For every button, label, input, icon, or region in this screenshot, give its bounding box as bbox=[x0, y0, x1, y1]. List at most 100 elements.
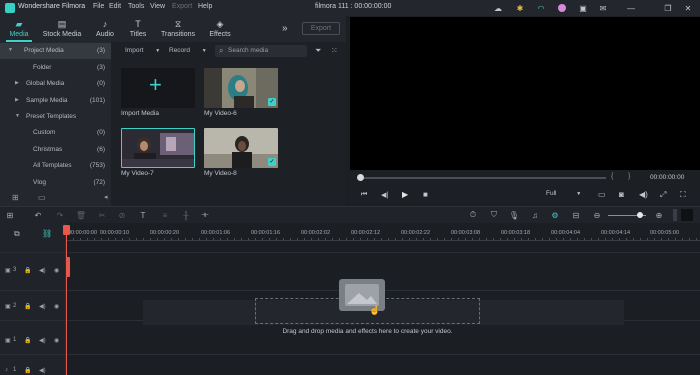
menu-tools[interactable]: Tools bbox=[128, 3, 144, 10]
eye-icon[interactable]: ◉ bbox=[54, 267, 59, 274]
zoom-out-icon[interactable]: ⊖ bbox=[591, 209, 603, 221]
zoom-in-icon[interactable]: ⊕ bbox=[653, 209, 665, 221]
search-media-field[interactable]: ⌕ Search media bbox=[215, 45, 307, 57]
mail-icon[interactable]: ✉ bbox=[598, 3, 608, 13]
close-icon[interactable]: ✕ bbox=[683, 3, 693, 13]
record-dropdown[interactable]: Record ▼ bbox=[169, 45, 207, 57]
sidebar-item-preset-templates[interactable]: ▼ Preset Templates bbox=[0, 109, 111, 125]
sidebar-item-folder[interactable]: Folder (3) bbox=[0, 60, 111, 76]
audio-mixer-icon[interactable]: ♫ bbox=[529, 209, 541, 221]
pip-icon[interactable]: ⊟ bbox=[570, 209, 582, 221]
sidebar-item-label: Christmas bbox=[33, 146, 63, 153]
layout-grid-icon[interactable]: ⊞ bbox=[4, 209, 16, 221]
delete-icon[interactable]: 🗑 bbox=[75, 209, 87, 221]
sidebar-item-christmas[interactable]: Christmas (6) bbox=[0, 142, 111, 158]
cloud-icon[interactable]: ☁ bbox=[493, 3, 503, 13]
lock-icon[interactable]: 🔒 bbox=[24, 303, 31, 310]
playback-scrubber-handle[interactable] bbox=[357, 174, 364, 181]
check-icon: ✓ bbox=[268, 98, 276, 106]
menu-view[interactable]: View bbox=[150, 3, 165, 10]
adjust-icon[interactable]: ≡ bbox=[159, 209, 171, 221]
fullscreen-icon[interactable]: ⛶ bbox=[680, 190, 686, 200]
monitor-icon[interactable]: ▭ bbox=[598, 190, 606, 199]
mute-icon[interactable]: ◀) bbox=[39, 367, 46, 374]
mark-out-icon[interactable]: } bbox=[628, 173, 630, 180]
import-dropdown[interactable]: Import ▼ bbox=[125, 45, 160, 57]
menu-export[interactable]: Export bbox=[172, 3, 192, 10]
minimize-icon[interactable]: — bbox=[626, 3, 636, 13]
tab-media[interactable]: ▰ Media bbox=[2, 16, 36, 42]
media-item-my-video-8[interactable]: ✓ bbox=[204, 128, 278, 168]
ruler-label: 00:00:04:04 bbox=[551, 230, 581, 236]
sidebar-item-sample-media[interactable]: ▶ Sample Media (101) bbox=[0, 93, 111, 109]
sidebar-item-all-templates[interactable]: All Templates (753) bbox=[0, 158, 111, 174]
lock-icon[interactable]: 🔒 bbox=[24, 337, 31, 344]
tab-effects[interactable]: ◈ Effects bbox=[204, 16, 236, 42]
more-tabs-icon[interactable]: » bbox=[282, 23, 288, 34]
avatar[interactable] bbox=[557, 3, 567, 13]
sidebar-item-custom[interactable]: Custom (0) bbox=[0, 125, 111, 141]
tab-transitions[interactable]: ⧖ Transitions bbox=[158, 16, 198, 42]
play-icon[interactable]: ▶ bbox=[402, 190, 408, 199]
lock-icon[interactable]: 🔒 bbox=[24, 367, 31, 374]
mute-icon[interactable]: ◀) bbox=[39, 267, 46, 274]
menu-file[interactable]: File bbox=[93, 3, 104, 10]
undo-icon[interactable]: ↶ bbox=[32, 209, 44, 221]
tab-stock-media[interactable]: ▤ Stock Media bbox=[40, 16, 84, 42]
playback-progress-track[interactable] bbox=[360, 177, 606, 179]
sidebar-item-project-media[interactable]: ▼ Project Media (3) bbox=[0, 43, 111, 59]
mute-icon[interactable]: ◀) bbox=[39, 303, 46, 310]
stop-icon[interactable]: ■ bbox=[423, 190, 428, 199]
import-media-tile[interactable]: + bbox=[121, 68, 195, 108]
cut-icon[interactable]: ✂ bbox=[96, 209, 108, 221]
link-icon[interactable]: ⛓ bbox=[42, 229, 52, 238]
zoom-slider-handle[interactable] bbox=[637, 212, 643, 218]
export-button[interactable]: Export bbox=[302, 22, 340, 35]
mute-icon[interactable]: ◀) bbox=[39, 337, 46, 344]
playhead-line[interactable] bbox=[66, 225, 67, 375]
sidebar-item-global-media[interactable]: ▶ Global Media (0) bbox=[0, 76, 111, 92]
marker-icon[interactable]: ⛉ bbox=[488, 209, 500, 221]
render-icon[interactable]: ⏱ bbox=[467, 209, 479, 221]
split-icon[interactable]: ╫ bbox=[180, 209, 192, 221]
cart-icon[interactable]: ▣ bbox=[578, 3, 588, 13]
video-track-icon: ▣ bbox=[5, 338, 11, 344]
lock-icon[interactable]: 🔒 bbox=[24, 267, 31, 274]
redo-icon[interactable]: ↷ bbox=[54, 209, 66, 221]
text-edit-icon[interactable]: T bbox=[137, 209, 149, 221]
new-folder-icon[interactable]: ⊞ bbox=[12, 193, 19, 202]
menu-edit[interactable]: Edit bbox=[109, 3, 121, 10]
sidebar-item-label: Custom bbox=[33, 129, 56, 136]
mic-icon[interactable]: 🎙 bbox=[508, 209, 520, 221]
ruler-label: 00:00:02:22 bbox=[401, 230, 431, 236]
collapse-arrow-icon[interactable]: ◂ bbox=[104, 193, 108, 201]
add-track-icon[interactable]: ⧉ bbox=[14, 229, 20, 239]
restore-icon[interactable]: ❐ bbox=[663, 3, 673, 13]
tab-titles[interactable]: T Titles bbox=[124, 16, 152, 42]
volume-icon[interactable]: ◀) bbox=[639, 190, 648, 199]
menu-help[interactable]: Help bbox=[198, 3, 212, 10]
media-item-my-video-6[interactable]: ✓ bbox=[204, 68, 278, 108]
mark-in-icon[interactable]: { bbox=[611, 173, 613, 180]
camera-icon[interactable]: ◙ bbox=[619, 190, 624, 199]
grid-view-icon[interactable]: ⁙ bbox=[331, 46, 338, 55]
sidebar-item-vlog[interactable]: Vlog (72) bbox=[0, 175, 111, 191]
folder-open-icon[interactable]: ▭ bbox=[38, 193, 46, 202]
lightbulb-icon[interactable]: ✱ bbox=[515, 3, 525, 13]
eye-icon[interactable]: ◉ bbox=[54, 337, 59, 344]
audio-wave-icon[interactable]: ⟛ bbox=[199, 209, 211, 221]
timeline-ruler[interactable] bbox=[66, 238, 700, 241]
filter-icon[interactable]: ⏷ bbox=[315, 46, 321, 56]
panel-toggle-icon[interactable] bbox=[681, 209, 693, 221]
tab-audio[interactable]: ♪ Audio bbox=[90, 16, 120, 42]
step-back-icon[interactable]: ⏮ bbox=[361, 191, 367, 199]
headset-icon[interactable]: ◠ bbox=[536, 3, 546, 13]
frame-back-icon[interactable]: ◀︎| bbox=[381, 191, 388, 199]
auto-highlight-icon[interactable]: ⚙ bbox=[549, 209, 561, 221]
search-input[interactable]: Search media bbox=[228, 47, 268, 54]
quality-dropdown[interactable]: Full ▼ bbox=[546, 190, 586, 201]
eye-icon[interactable]: ◉ bbox=[54, 303, 59, 310]
fit-screen-icon[interactable]: ⤢ bbox=[660, 190, 666, 200]
media-item-my-video-7[interactable] bbox=[121, 128, 195, 168]
tag-icon[interactable]: ⊘ bbox=[116, 209, 128, 221]
